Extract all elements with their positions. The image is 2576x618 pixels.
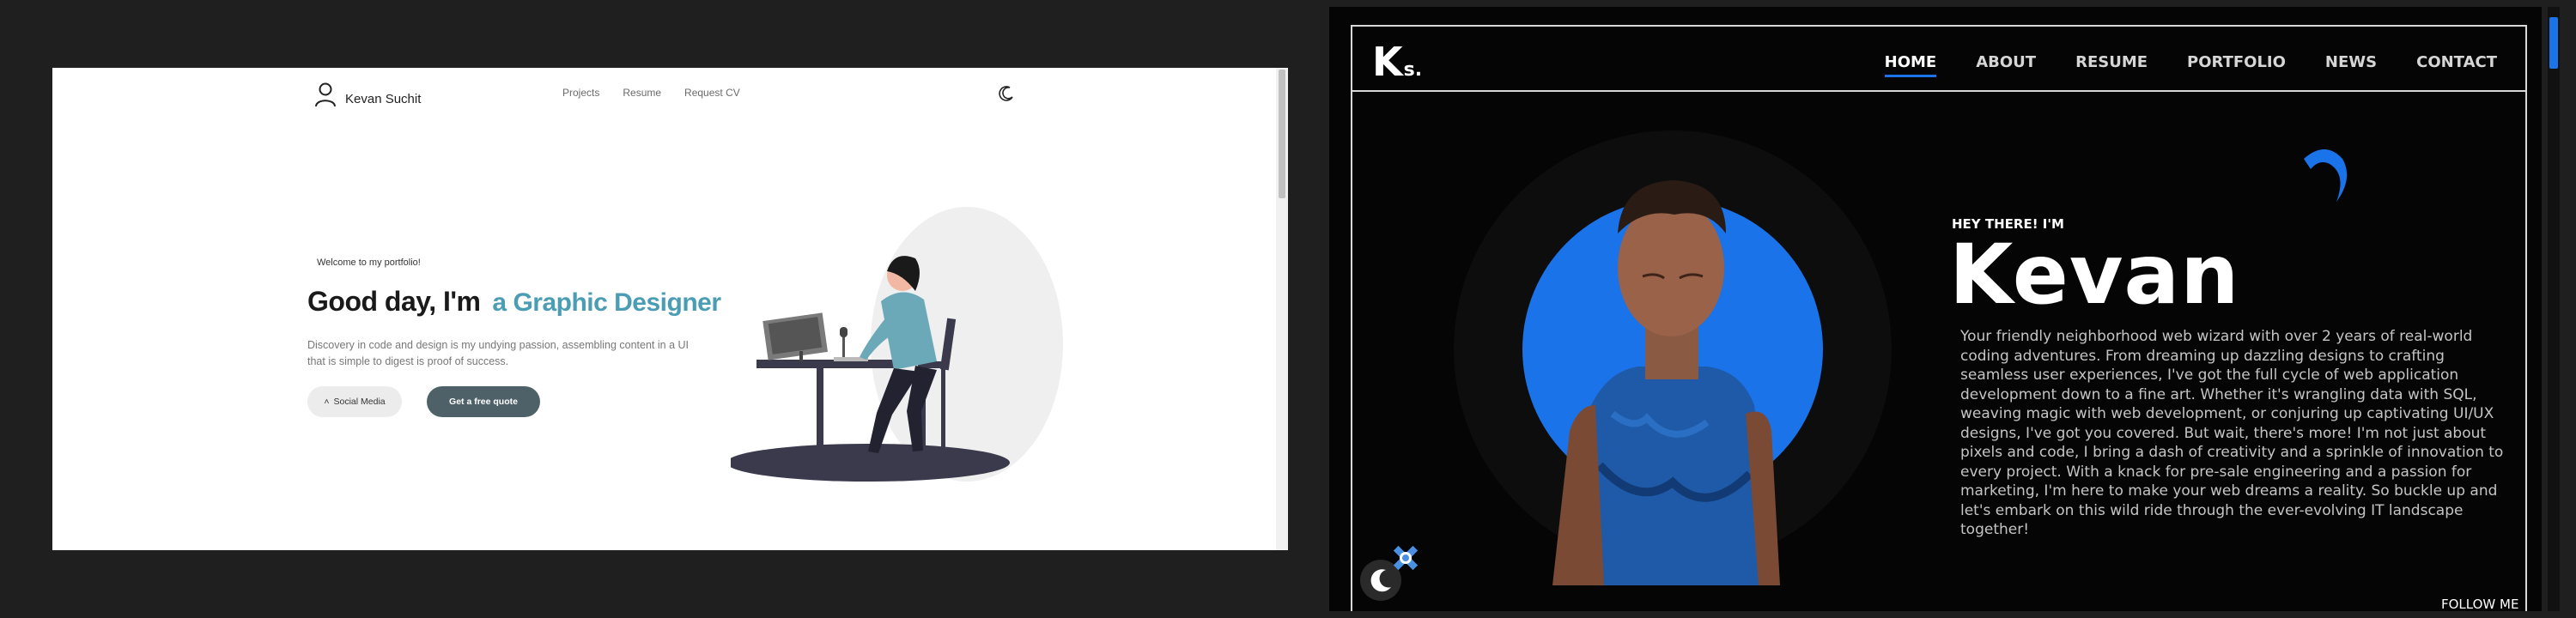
nav-link-projects[interactable]: Projects [562, 87, 599, 99]
logo-letter: K [1372, 39, 1403, 85]
social-media-button[interactable]: ˄ Social Media [307, 386, 402, 417]
hero-description: Discovery in code and design is my undyi… [307, 339, 689, 367]
brand-link[interactable]: Kevan Suchit [314, 82, 421, 108]
nav-portfolio[interactable]: PORTFOLIO [2187, 53, 2286, 71]
developer-illustration [731, 207, 1063, 482]
follow-me-label: FOLLOW ME [2441, 597, 2519, 612]
hero-greeting: Good day, I'm [307, 286, 481, 317]
left-nav: Projects Resume Request CV [562, 87, 740, 99]
caret-up-icon: ˄ [324, 397, 330, 407]
right-scrollbar[interactable] [2548, 7, 2560, 611]
right-portfolio-window: Ks. HOME ABOUT RESUME PORTFOLIO NEWS CON… [1329, 7, 2542, 612]
hero-title: Good day, I'm a Graphic Designer [307, 286, 721, 318]
dark-mode-toggle-icon[interactable] [998, 85, 1015, 102]
nav-home[interactable]: HOME [1884, 53, 1936, 77]
header-divider [1351, 90, 2527, 92]
brand-name: Kevan Suchit [345, 92, 422, 106]
desktop-stage: Kevan Suchit Projects Resume Request CV … [0, 0, 2576, 618]
nav-about[interactable]: ABOUT [1976, 53, 2036, 71]
user-icon [315, 82, 336, 107]
left-scroll-thumb[interactable] [1279, 70, 1285, 198]
free-quote-button[interactable]: Get a free quote [427, 386, 540, 417]
decorative-hook-shape [2304, 149, 2348, 202]
left-portfolio-window: Kevan Suchit Projects Resume Request CV … [52, 68, 1288, 550]
hero-tagline: Welcome to my portfolio! [317, 258, 421, 268]
logo-suffix: s. [1403, 59, 1423, 81]
profile-photo [1454, 130, 1892, 585]
nav-link-resume[interactable]: Resume [623, 87, 661, 99]
hero-name: Kevan [1949, 227, 2240, 323]
bio-paragraph: Your friendly neighborhood web wizard wi… [1960, 328, 2504, 538]
settings-gear-icon[interactable] [1387, 539, 1425, 577]
nav-link-request-cv[interactable]: Request CV [684, 87, 740, 99]
right-nav: HOME ABOUT RESUME PORTFOLIO NEWS CONTACT [1884, 53, 2497, 77]
site-logo[interactable]: Ks. [1372, 39, 1422, 85]
left-scrollbar[interactable] [1276, 68, 1288, 550]
right-scroll-thumb[interactable] [2549, 17, 2558, 69]
social-media-label: Social Media [333, 397, 386, 407]
hero-role: a Graphic Designer [492, 288, 721, 317]
nav-resume[interactable]: RESUME [2075, 53, 2148, 71]
nav-contact[interactable]: CONTACT [2416, 53, 2497, 71]
nav-news[interactable]: NEWS [2325, 53, 2377, 71]
